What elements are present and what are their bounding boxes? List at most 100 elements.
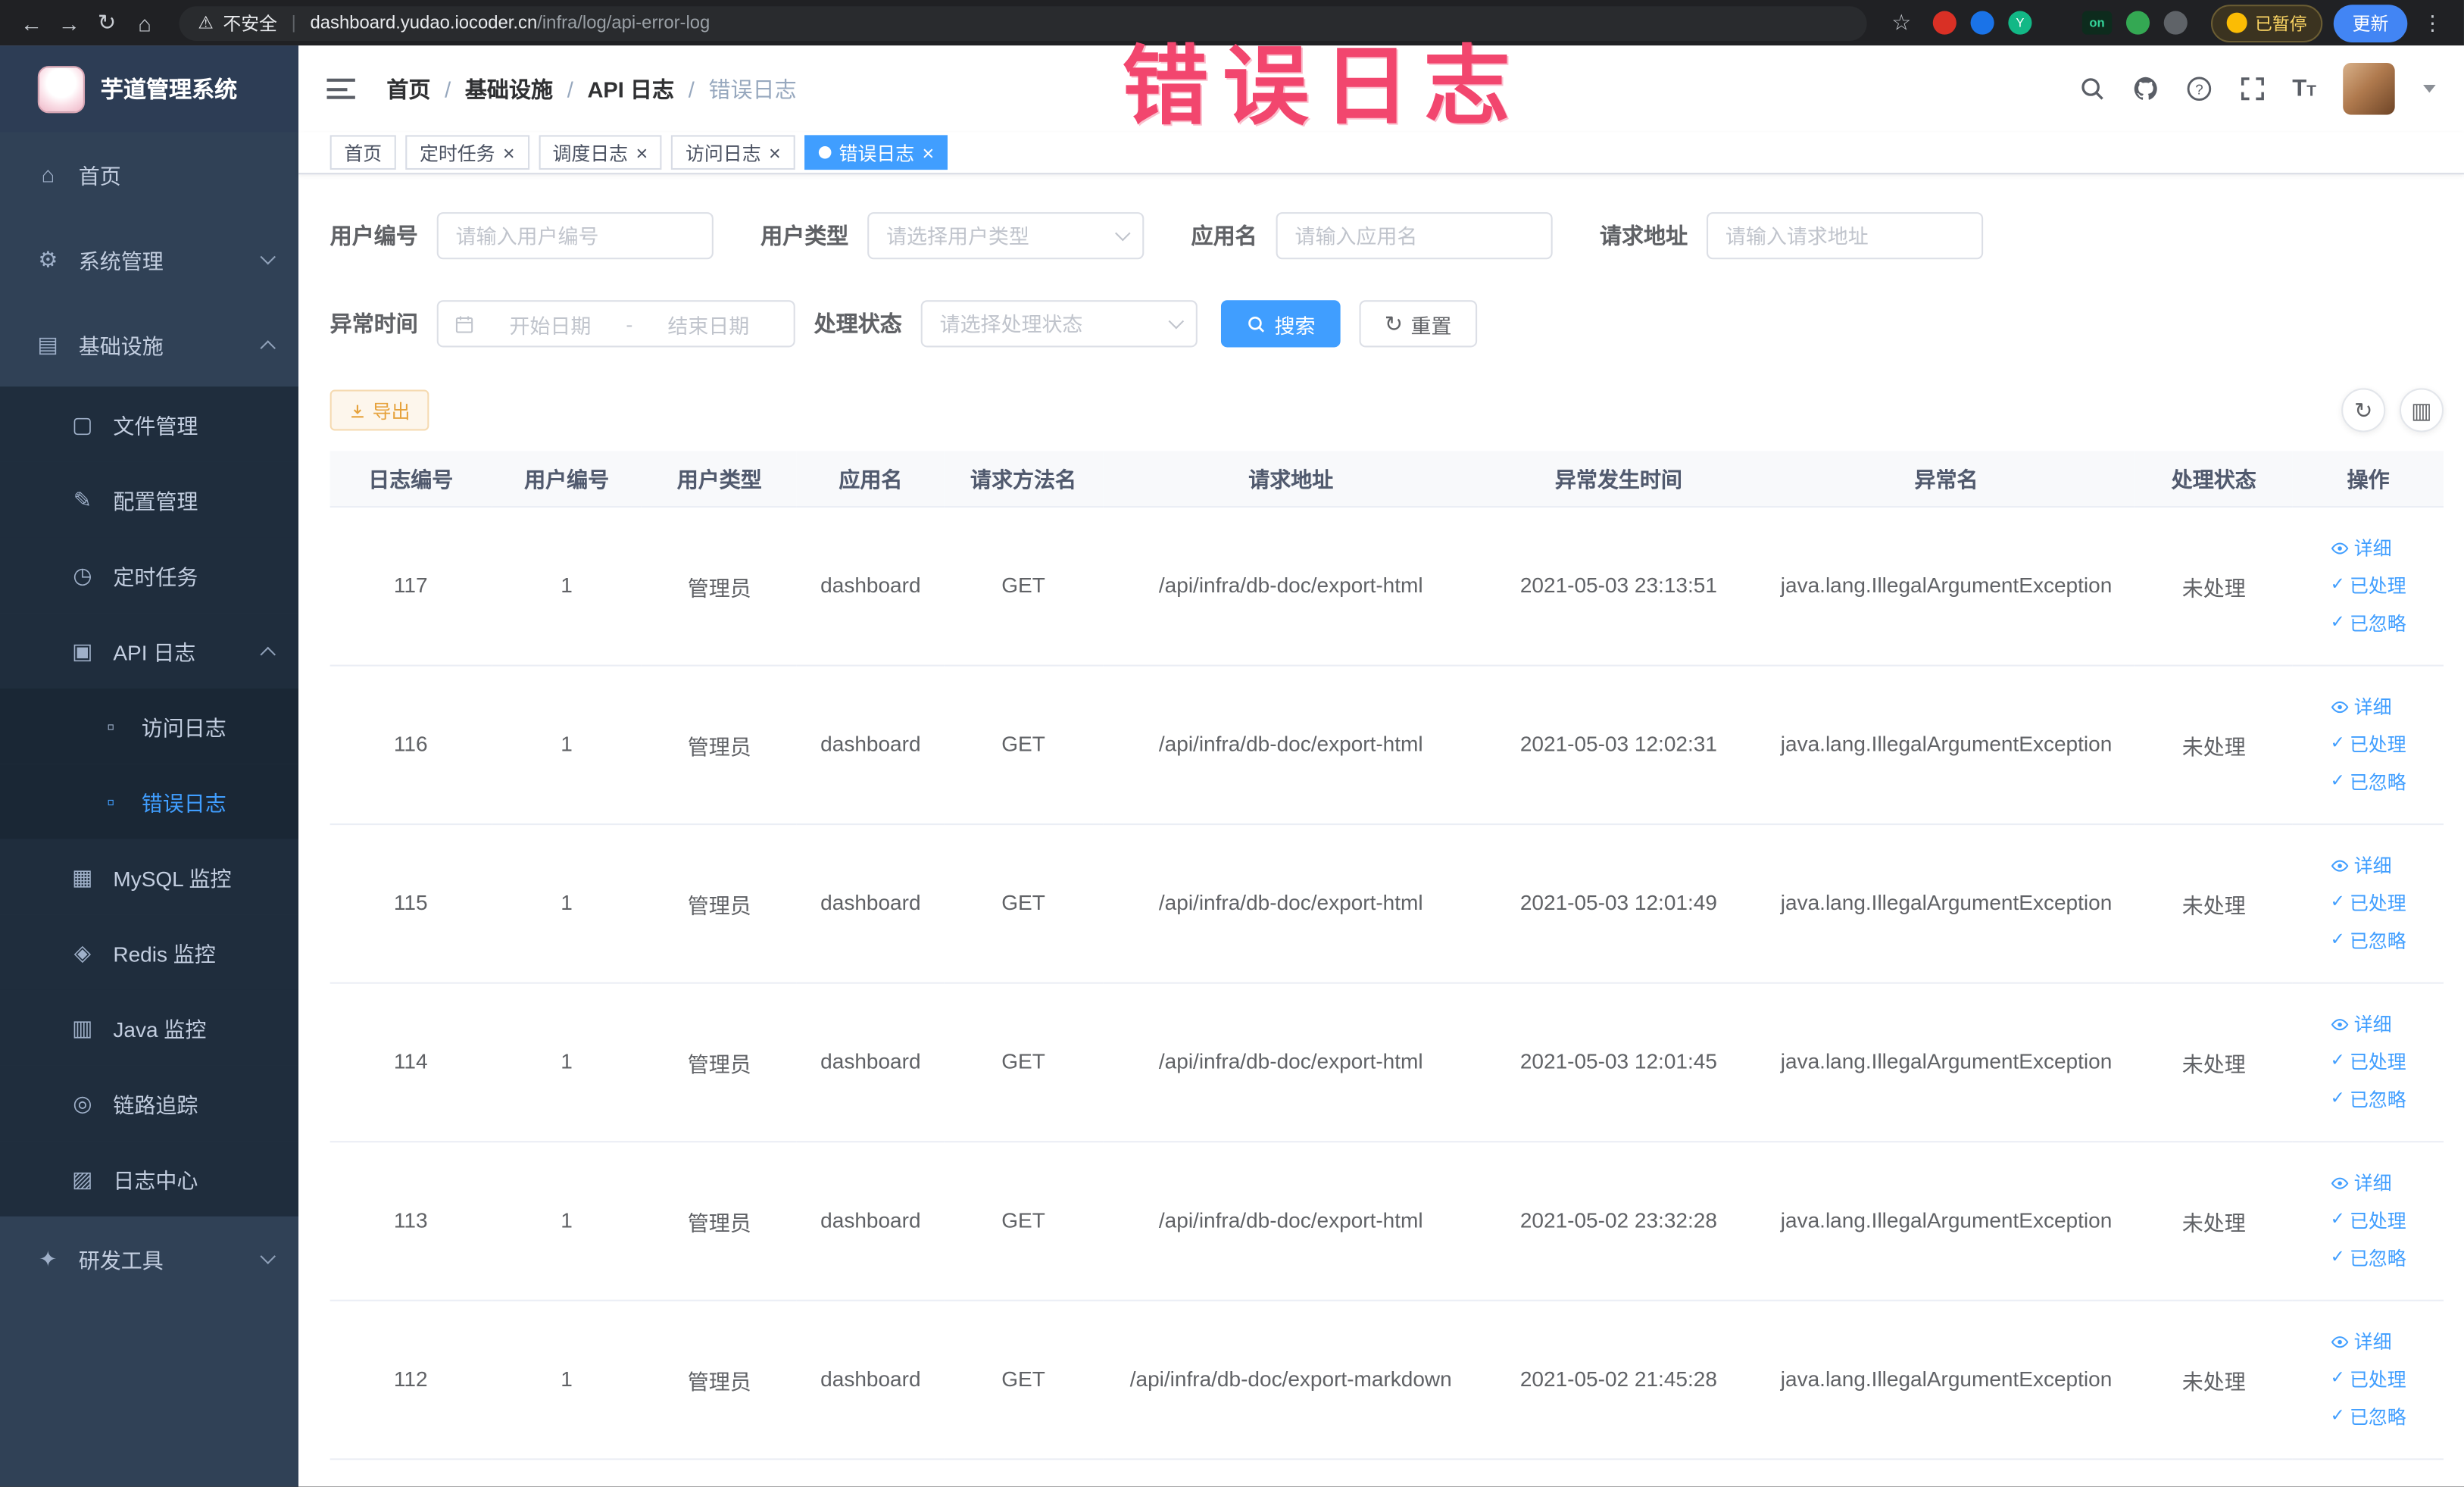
cell-exception-name: java.lang.IllegalArgumentException [1757,1141,2135,1301]
exception-time-range-picker[interactable]: 开始日期 - 结束日期 [436,300,795,348]
tab-access-log[interactable]: 访问日志 × [671,135,795,170]
filter-process-status: 处理状态 [814,300,1198,348]
mark-processed-link[interactable]: ✓ 已处理 [2331,568,2406,603]
cell-exception-time: 2021-05-02 23:32:28 [1479,1141,1758,1301]
profile-paused-badge[interactable]: 已暂停 [2210,4,2323,42]
font-size-icon[interactable]: TT [2292,76,2316,102]
refresh-table-button[interactable]: ↻ [2341,388,2386,433]
search-icon[interactable] [2078,76,2105,102]
detail-link[interactable]: 详细 [2331,848,2392,883]
filter-row-2: 异常时间 开始日期 - 结束日期 处理状态 请选择处理状态 搜索 ↻ 重置 [330,300,2444,348]
breadcrumb-item[interactable]: API 日志 [587,73,674,104]
tab-label: 错误日志 [839,142,915,164]
extension-icon-leaf[interactable] [2125,11,2150,35]
mark-ignored-link[interactable]: ✓ 已忽略 [2331,606,2406,641]
mark-ignored-link[interactable]: ✓ 已忽略 [2331,764,2406,799]
start-date-placeholder[interactable]: 开始日期 [481,309,620,339]
process-status-select[interactable] [920,300,1198,348]
user-id-input[interactable] [436,212,714,260]
mark-processed-link[interactable]: ✓ 已处理 [2331,727,2406,762]
sidebar-item-home[interactable]: ⌂ 首页 [0,132,298,217]
close-icon[interactable]: × [636,142,648,163]
github-icon[interactable] [2132,76,2159,102]
mark-ignored-link[interactable]: ✓ 已忽略 [2331,1399,2406,1434]
close-icon[interactable]: × [503,142,515,163]
sidebar-item-label: 文件管理 [113,414,198,439]
detail-link[interactable]: 详细 [2331,1324,2392,1359]
sidebar-item-label: Redis 监控 [113,942,216,967]
filter-label: 应用名 [1191,223,1257,248]
error-log-table: 日志编号 用户编号 用户类型 应用名 请求方法名 请求地址 异常发生时间 异常名… [329,451,2444,1460]
address-bar[interactable]: ⚠ 不安全 | dashboard.yudao.iocoder.cn/infra… [179,5,1867,40]
breadcrumb-item[interactable]: 首页 [386,73,430,104]
request-url-input[interactable] [1707,212,1984,260]
sidebar-item-infrastructure[interactable]: ▤ 基础设施 [0,301,298,386]
sidebar-item-file-management[interactable]: ▢ 文件管理 [0,386,299,462]
end-date-placeholder[interactable]: 结束日期 [639,309,778,339]
sidebar-item-log-center[interactable]: ▨ 日志中心 [0,1141,299,1217]
export-button[interactable]: 导出 [329,389,429,431]
detail-link[interactable]: 详细 [2331,1165,2392,1200]
mark-ignored-link[interactable]: ✓ 已忽略 [2331,923,2406,958]
bookmark-star-icon[interactable]: ☆ [1882,4,1920,42]
sidebar-item-api-logs[interactable]: ▣ API 日志 [0,613,299,689]
close-icon[interactable]: × [769,142,781,163]
tab-error-log[interactable]: 错误日志 × [804,135,948,170]
cell-status: 未处理 [2135,506,2294,666]
doc-icon: ▫ [107,789,115,814]
home-button[interactable]: ⌂ [126,4,164,42]
fullscreen-icon[interactable] [2239,76,2266,102]
sidebar-item-redis-monitor[interactable]: ◈ Redis 监控 [0,914,299,990]
mark-ignored-link[interactable]: ✓ 已忽略 [2331,1241,2406,1276]
sidebar-item-scheduled-tasks[interactable]: ◷ 定时任务 [0,537,299,614]
collapse-menu-icon[interactable] [326,78,355,99]
avatar-dropdown-caret-icon[interactable] [2423,85,2436,93]
extension-icon-on-badge[interactable]: on [2081,11,2113,35]
sidebar-item-dev-tools[interactable]: ✦ 研发工具 [0,1217,298,1301]
mark-processed-link[interactable]: ✓ 已处理 [2331,886,2406,920]
cell-user-type: 管理员 [642,664,798,825]
extension-icon-green-y[interactable]: Y [2008,11,2032,35]
sidebar-item-error-log[interactable]: ▫ 错误日志 [0,764,299,839]
extension-icon-gray[interactable] [2163,11,2188,35]
column-settings-button[interactable]: ▥ [2399,388,2444,433]
sidebar-item-trace[interactable]: ◎ 链路追踪 [0,1065,299,1142]
sidebar-item-access-log[interactable]: ▫ 访问日志 [0,688,299,764]
reload-button[interactable]: ↻ [88,4,126,42]
mark-ignored-link[interactable]: ✓ 已忽略 [2331,1082,2406,1117]
tab-home[interactable]: 首页 [329,135,396,170]
cell-app-name: dashboard [797,506,945,666]
extension-icon-red[interactable] [1932,11,1957,35]
user-avatar[interactable] [2343,62,2395,115]
reset-button[interactable]: ↻ 重置 [1359,300,1477,348]
chrome-menu-icon[interactable]: ⋮ [2414,4,2452,42]
sidebar-item-system-management[interactable]: ⚙ 系统管理 [0,217,298,301]
sidebar-item-java-monitor[interactable]: ▥ Java 监控 [0,989,299,1066]
search-button[interactable]: 搜索 [1220,300,1341,348]
security-label[interactable]: 不安全 [223,10,277,35]
app-logo[interactable]: 芋道管理系统 [0,45,299,133]
mark-processed-link[interactable]: ✓ 已处理 [2331,1045,2406,1079]
breadcrumb-item[interactable]: 基础设施 [465,73,553,104]
update-button[interactable]: 更新 [2333,4,2408,42]
sidebar-item-config-management[interactable]: ✎ 配置管理 [0,461,299,538]
mark-processed-link[interactable]: ✓ 已处理 [2331,1362,2406,1397]
main-area: 首页 / 基础设施 / API 日志 / 错误日志 ? T T 首页 定时任务 … [298,45,2464,1487]
close-icon[interactable]: × [922,142,934,163]
app-name-input[interactable] [1276,212,1553,260]
sidebar-item-mysql-monitor[interactable]: ▦ MySQL 监控 [0,839,299,915]
mark-processed-link[interactable]: ✓ 已处理 [2331,1203,2406,1238]
help-icon[interactable]: ? [2185,76,2212,102]
back-button[interactable]: ← [13,4,51,42]
config-icon: ✎ [73,486,92,512]
detail-link[interactable]: 详细 [2331,689,2392,724]
extension-icon-grid[interactable] [2046,12,2068,34]
tab-schedule-log[interactable]: 调度日志 × [538,135,662,170]
detail-link[interactable]: 详细 [2331,530,2392,565]
table-row: 117 1 管理员 dashboard GET /api/infra/db-do… [329,506,2444,666]
extension-icon-blue[interactable] [1970,11,1994,35]
user-type-select[interactable] [867,212,1145,260]
forward-button[interactable]: → [50,4,88,42]
detail-link[interactable]: 详细 [2331,1007,2392,1042]
tab-scheduled-tasks[interactable]: 定时任务 × [405,135,529,170]
